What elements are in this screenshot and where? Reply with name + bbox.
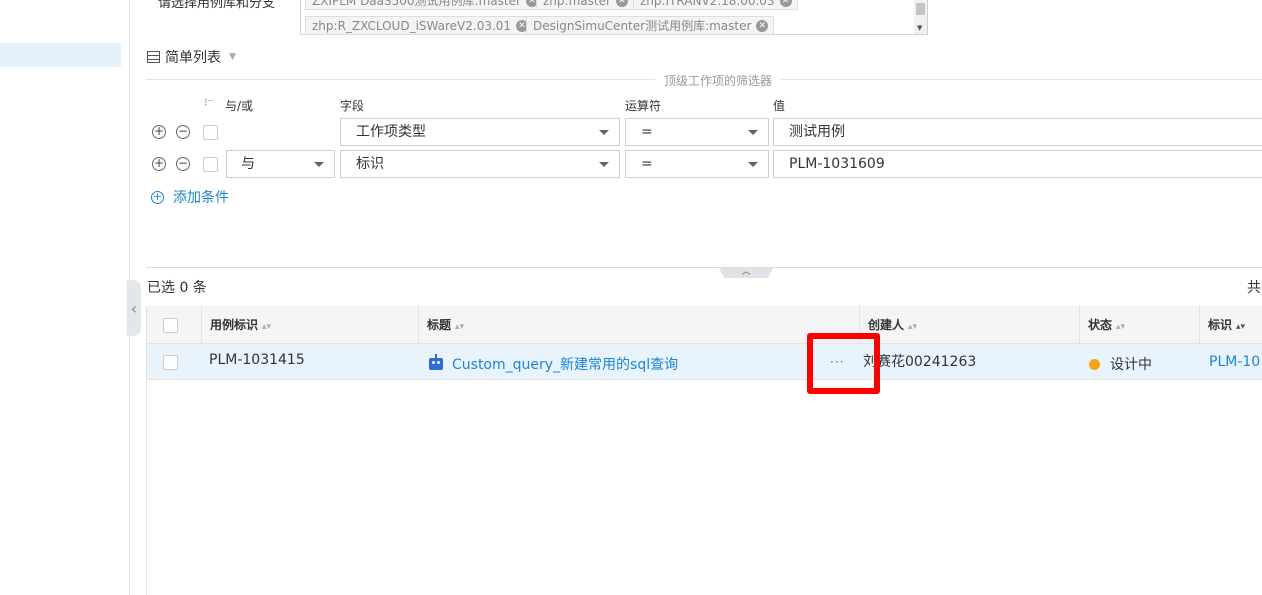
header-value: 值 <box>773 99 786 113</box>
test-case-icon <box>429 354 443 370</box>
cell-status: 设计中 <box>1089 354 1152 390</box>
chevron-down-icon <box>748 162 758 167</box>
repo-scrollbar[interactable]: ▼ <box>914 0 927 34</box>
scroll-down-icon[interactable]: ▼ <box>917 24 922 32</box>
repo-tag[interactable]: zhp:R_ZXCLOUD_iSWareV2.03.01 ✕ <box>305 16 535 35</box>
field-select[interactable]: 标识 <box>340 150 620 178</box>
repo-tag[interactable]: zhp:master ✕ <box>536 0 634 10</box>
column-creator[interactable]: 创建人 ▴▾ <box>859 306 1079 344</box>
add-circle-icon: + <box>151 189 164 204</box>
repo-tag[interactable]: DesignSimuCenter测试用例库:master ✕ <box>526 16 775 35</box>
group-icon[interactable]: ⁝⁻ <box>204 96 213 109</box>
sort-icon[interactable]: ▴▾ <box>1116 322 1125 332</box>
repo-tag[interactable]: ZXIPLM DaaS500测试用例库:master ✕ <box>305 0 544 10</box>
column-identifier[interactable]: 标识 ▴▾ <box>1199 306 1262 344</box>
row-checkbox[interactable] <box>163 355 178 370</box>
table-header: 用例标识 ▴▾ 标题 ▴▾ 创建人 ▴▾ 状态 ▴▾ 标识 ▴▾ <box>147 306 1262 344</box>
remove-tag-icon[interactable]: ✕ <box>779 0 792 7</box>
field-select[interactable]: 工作项类型 <box>340 118 620 146</box>
collapse-up-icon[interactable]: ︿ <box>719 268 773 278</box>
cell-title[interactable]: Custom_query_新建常用的sql查询 <box>429 354 678 390</box>
conjunction-select[interactable]: 与 <box>226 150 335 178</box>
selected-count: 已选 0 条 <box>147 280 207 296</box>
column-case-id[interactable]: 用例标识 ▴▾ <box>201 306 418 344</box>
sort-icon[interactable]: ▴▾ <box>262 322 271 332</box>
header-operator: 运算符 <box>625 99 662 113</box>
chevron-down-icon <box>314 162 324 167</box>
remove-row-icon[interactable]: − <box>176 157 190 171</box>
value-input[interactable]: 测试用例 <box>773 118 1262 146</box>
column-title[interactable]: 标题 ▴▾ <box>418 306 859 344</box>
add-row-icon[interactable]: + <box>152 125 166 139</box>
add-condition-button[interactable]: + 添加条件 <box>151 187 229 207</box>
table-row[interactable]: PLM-1031415 Custom_query_新建常用的sql查询 ··· … <box>147 344 1262 380</box>
add-row-icon[interactable]: + <box>152 157 166 171</box>
cell-case-id: PLM-1031415 <box>209 352 305 368</box>
view-mode-label: 简单列表 <box>165 50 221 66</box>
remove-row-icon[interactable]: − <box>176 125 190 139</box>
sort-icon[interactable]: ▴▾ <box>1236 322 1245 332</box>
cell-identifier-link[interactable]: PLM-10 <box>1209 354 1260 390</box>
chevron-down-icon <box>748 130 758 135</box>
title-link[interactable]: Custom_query_新建常用的sql查询 <box>452 357 678 373</box>
status-dot-icon <box>1089 359 1100 370</box>
column-status[interactable]: 状态 ▴▾ <box>1079 306 1199 344</box>
scrollbar-thumb[interactable] <box>916 3 925 15</box>
header-field: 字段 <box>340 99 365 113</box>
chevron-down-icon <box>599 130 609 135</box>
row-checkbox[interactable] <box>203 157 218 172</box>
sort-icon[interactable]: ▴▾ <box>908 322 917 332</box>
chevron-down-icon <box>599 162 609 167</box>
remove-tag-icon[interactable]: ✕ <box>756 20 769 32</box>
results-table: 用例标识 ▴▾ 标题 ▴▾ 创建人 ▴▾ 状态 ▴▾ 标识 ▴▾ PLM-1031415 … <box>146 306 1262 595</box>
left-sidebar <box>0 0 130 595</box>
operator-select[interactable]: = <box>625 118 769 146</box>
filter-title: 顶级工作项的筛选器 <box>655 72 782 89</box>
header-and-or: 与/或 <box>225 99 254 113</box>
row-checkbox[interactable] <box>203 125 218 140</box>
select-all-checkbox[interactable] <box>163 318 178 333</box>
sort-icon[interactable]: ▴▾ <box>455 322 464 332</box>
repo-branch-multiselect[interactable]: ZXIPLM DaaS500测试用例库:master ✕ zhp:master ✕ … <box>300 0 928 35</box>
sidebar-active-item[interactable] <box>0 43 121 67</box>
remove-tag-icon[interactable]: ✕ <box>615 0 628 7</box>
highlight-annotation <box>807 333 880 394</box>
repo-selector-label: 请选择用例库和分支 <box>158 0 276 11</box>
total-count: 共 <box>1247 280 1261 296</box>
operator-select[interactable]: = <box>625 150 769 178</box>
caret-down-icon: ▼ <box>229 52 236 62</box>
list-icon <box>147 51 160 63</box>
view-mode-dropdown[interactable]: 简单列表 ▼ <box>147 47 236 67</box>
value-input[interactable]: PLM-1031609 <box>773 150 1262 178</box>
panel-splitter[interactable] <box>146 267 1262 268</box>
sidebar-collapse-icon[interactable]: ‹ <box>127 280 141 336</box>
repo-tag[interactable]: zhp:ITRANV2.18.00.03 ✕ <box>633 0 798 10</box>
